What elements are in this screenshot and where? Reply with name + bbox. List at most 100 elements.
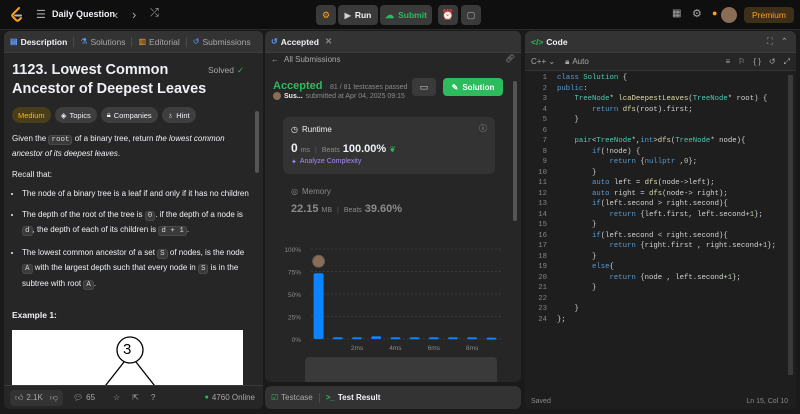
mini-chart-overview[interactable] (305, 357, 497, 382)
y-tick-label: 100% (284, 247, 301, 254)
debug-button[interactable]: ⚙ (316, 5, 336, 25)
bar (332, 337, 343, 340)
tab-code[interactable]: </> Code (525, 31, 574, 52)
difficulty-badge: Medium (12, 107, 51, 123)
premium-button[interactable]: Premium (744, 7, 794, 23)
companies-tag[interactable]: 🔒︎ Companies (100, 107, 158, 123)
tab-test-result[interactable]: >_ Test Result (320, 386, 387, 409)
line-number: 22 (538, 294, 547, 303)
line-number: 12 (538, 189, 547, 198)
runtime-card[interactable]: ◷ Runtime ⓘ 0 ms | Beats 100.00% ❦ ✦ Analy… (283, 117, 495, 174)
tab-description[interactable]: ▤ Description (4, 31, 73, 52)
testcases-passed: 81 / 81 testcases passed (329, 84, 408, 91)
notebook-button[interactable]: ▭ (412, 78, 436, 96)
layout-icon[interactable]: ▦ (672, 8, 681, 19)
accepted-status: Accepted (273, 80, 323, 92)
y-tick-label: 75% (288, 270, 301, 277)
code-editor[interactable]: 1 2 3 4 5 6 7 8 9 10 11 12 13 14 15 16 17 18 19 20 21 22 23 24 … (525, 73, 789, 391)
user-avatar (273, 92, 281, 100)
braces-icon[interactable]: { } (753, 57, 761, 66)
code-line: } (557, 116, 579, 124)
bookmark-icon[interactable]: ⚐ (738, 57, 745, 66)
close-tab-icon[interactable]: ✕ (325, 36, 332, 47)
memory-icon: ◎ (291, 187, 298, 196)
prev-problem-icon[interactable]: ‹ (114, 7, 118, 22)
cloud-upload-icon: ☁ (385, 9, 395, 20)
problem-list-icon[interactable]: ☰ (36, 8, 46, 21)
help-icon[interactable]: ? (151, 393, 155, 402)
code-line: if(left.second > right.second){ (592, 200, 728, 208)
share-icon[interactable]: ⇱ (132, 393, 139, 402)
topics-tag[interactable]: ◈ Topics (54, 107, 97, 123)
line-number: 18 (538, 252, 547, 261)
tag-icon: ◈ (60, 110, 67, 120)
line-number: 13 (538, 200, 547, 208)
description-scrollbar[interactable] (255, 111, 259, 173)
leetcode-logo[interactable] (10, 7, 24, 23)
comments-button[interactable]: 💬︎ 65 (73, 393, 95, 402)
code-line: } (557, 284, 597, 292)
like-button[interactable]: 👍︎ 2.1K 👎︎ (10, 389, 63, 406)
tab-submissions[interactable]: ↺ Submissions (187, 31, 257, 52)
tab-editorial[interactable]: ▥ Editorial (132, 31, 185, 52)
solution-button[interactable]: ✎ Solution (443, 78, 503, 96)
auto-mode[interactable]: 🔒︎ Auto (565, 57, 589, 67)
tab-testcase[interactable]: ☑ Testcase (265, 386, 319, 409)
memory-card[interactable]: ◎ Memory 22.15 MB | Beats 39.60% (283, 183, 495, 223)
book-icon: ▥ (138, 37, 147, 46)
runtime-distribution-chart[interactable]: 100% 75% 50% 25% 0% 2ms 4ms 6ms 8ms (281, 241, 511, 371)
maximize-icon[interactable]: ⛶ (767, 36, 773, 47)
bar (486, 337, 497, 340)
code-line: return {node , left.second+1}; (609, 273, 741, 282)
lightbulb-icon: ♁ (167, 110, 174, 120)
bar (428, 337, 439, 340)
submit-button[interactable]: ☁ Submit (380, 5, 432, 25)
sparkle-icon: ✦ (291, 159, 297, 166)
submission-tabbar: ↺ Accepted ✕ (265, 31, 521, 53)
run-button[interactable]: ▶ Run (338, 5, 378, 25)
code-line: if(left.second < right.second){ (592, 231, 728, 240)
hint-tag[interactable]: ♁ Hint (161, 107, 196, 123)
language-select[interactable]: C++ ⌄ (531, 57, 555, 66)
code-line: } (557, 168, 597, 177)
submission-scrollbar[interactable] (513, 81, 517, 221)
submitter-row: Sus... submitted at Apr 04, 2025 09:15 (273, 92, 405, 100)
expand-icon[interactable]: ⤢ (784, 57, 790, 67)
y-tick-label: 0% (292, 337, 302, 344)
list-item: The node of a binary tree is a leaf if a… (22, 187, 250, 201)
editor-scrollbar[interactable] (788, 75, 793, 375)
streak-fire-icon[interactable]: ● (712, 8, 717, 18)
recall-text: Recall that: (12, 170, 53, 179)
notes-icon[interactable]: ▢ (461, 5, 481, 25)
checkbox-icon: ☑ (271, 393, 279, 402)
tab-accepted[interactable]: ↺ Accepted ✕ (265, 31, 338, 52)
code-line: return dfs(root).first; (592, 105, 693, 114)
next-problem-icon[interactable]: › (132, 7, 136, 22)
avatar[interactable] (721, 7, 737, 23)
timer-icon[interactable]: ⏰ (438, 5, 458, 25)
terminal-icon: >_ (325, 393, 335, 402)
lock-icon: 🔒︎ (106, 110, 111, 119)
problem-list-label[interactable]: Daily Question (52, 9, 115, 19)
shuffle-icon[interactable]: ⤮ (150, 7, 159, 20)
code-line: }; (557, 315, 566, 324)
analyze-complexity-link[interactable]: ✦ Analyze Complexity (291, 158, 361, 166)
info-icon[interactable]: ⓘ (479, 123, 487, 134)
star-icon[interactable]: ☆ (113, 393, 120, 402)
line-number: 16 (538, 231, 547, 240)
format-icon[interactable]: ≡ (725, 57, 730, 66)
line-number: 17 (538, 242, 547, 250)
collapse-icon[interactable]: ⌃ (781, 36, 788, 47)
history-icon: ↺ (271, 37, 278, 46)
description-footer: 👍︎ 2.1K 👎︎ 💬︎ 65 ☆ ⇱ ? ● 4760 Online (4, 385, 263, 409)
solved-badge: Solved ✓ (208, 65, 245, 75)
link-icon[interactable]: 🔗︎ (505, 54, 515, 63)
cursor-position: Ln 15, Col 10 (746, 397, 788, 405)
edit-icon: ✎ (451, 82, 459, 92)
all-submissions-link[interactable]: ← All Submissions (271, 55, 340, 64)
settings-icon[interactable]: ⚙ (692, 7, 702, 20)
x-tick-label: 8ms (466, 345, 479, 352)
reset-icon[interactable]: ↺ (769, 57, 776, 66)
tab-solutions[interactable]: ⚗ Solutions (74, 31, 131, 52)
